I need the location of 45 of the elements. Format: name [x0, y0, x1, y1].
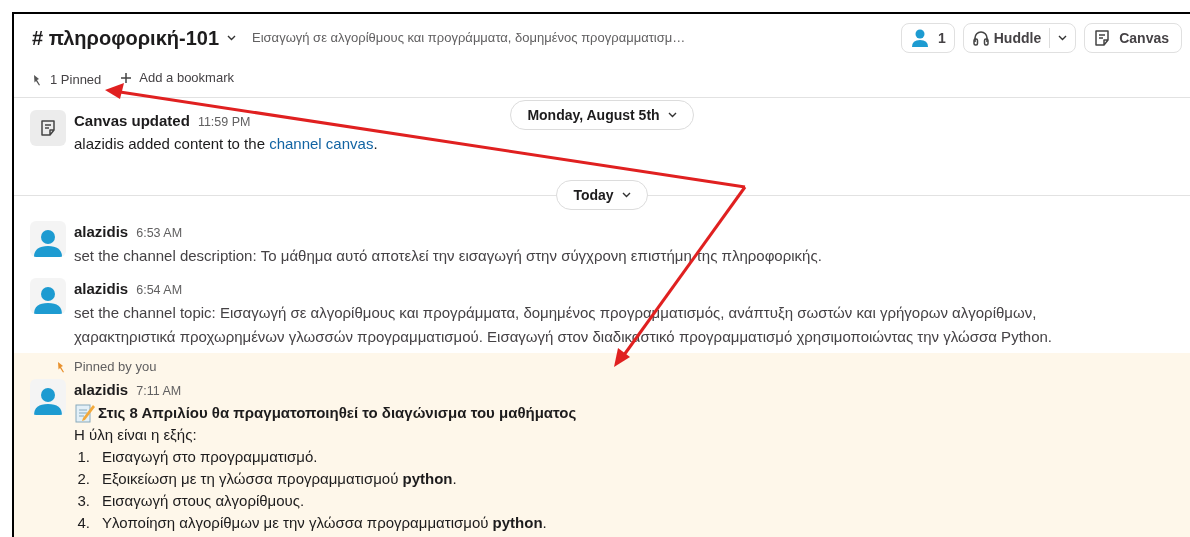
list-number: 3. [76, 491, 91, 511]
pinned-button[interactable]: 1 Pinned [30, 73, 102, 86]
members-button[interactable]: 1 [900, 23, 955, 53]
author-name[interactable]: alazidis [74, 379, 129, 401]
note-icon [1093, 29, 1112, 47]
list-item: Εισαγωγή στο προγραμματισμό. [102, 447, 318, 467]
author-name[interactable]: alazidis [74, 278, 129, 300]
channel-name[interactable]: # πληροφορική-101 [32, 23, 237, 53]
caret-icon [621, 192, 631, 198]
list-number: 2. [76, 469, 91, 489]
date-pill[interactable]: Today [556, 180, 648, 210]
person-icon [32, 227, 64, 257]
post-intro: Η ύλη είναι η εξής: [74, 425, 198, 445]
caret-icon [227, 35, 237, 41]
person-icon [909, 28, 930, 48]
list-item: Εισαγωγή στους αλγορίθμους. [102, 491, 305, 511]
author-name[interactable]: alazidis [74, 221, 129, 243]
list-item: Εξοικείωση με τη γλώσσα προγραμματισμού python. [102, 469, 457, 489]
timestamp[interactable]: 6:54 AM [136, 279, 183, 301]
date-pill[interactable]: Monday, August 5th [510, 100, 694, 130]
channel-topic[interactable]: Εισαγωγή σε αλγορίθμους και προγράμματα, δομημένος προγραμματισμ… [252, 28, 686, 48]
caret-icon [1058, 35, 1068, 41]
add-bookmark-button[interactable]: Add a bookmark [121, 71, 234, 84]
note-icon [39, 119, 57, 137]
list-number: 1. [76, 447, 91, 467]
timestamp[interactable]: 11:59 PM [197, 111, 251, 133]
message-text: alazidis added content to the channel canvas. [74, 134, 378, 154]
post-title: Στις 8 Απριλίου θα πραγματοποιηθεί το διαγώνισμα του μαθήματος [98, 403, 577, 423]
plus-icon [121, 72, 132, 83]
headphones-icon [971, 29, 990, 47]
channel-canvas-link[interactable]: channel canvas [269, 135, 374, 152]
list-number: 4. [76, 513, 91, 533]
memo-icon [74, 402, 96, 424]
huddle-button[interactable]: Huddle [962, 23, 1077, 53]
person-icon [32, 284, 64, 314]
author-name[interactable]: Canvas updated [74, 110, 190, 132]
list-item: Υλοποίηση αλγορίθμων με την γλώσσα προγραμματισμού python. [102, 513, 547, 533]
canvas-button[interactable]: Canvas [1084, 23, 1182, 53]
caret-icon [667, 112, 677, 118]
timestamp[interactable]: 7:11 AM [136, 380, 182, 402]
person-icon [32, 385, 64, 415]
huddle-label: Huddle [993, 28, 1042, 48]
pinned-label: Pinned by you [74, 358, 157, 377]
timestamp[interactable]: 6:53 AM [136, 222, 183, 244]
message-text: set the channel description: Το μάθημα αυτό αποτελεί την εισαγωγή στην σύγχρονη επιστήμη της πληροφορικής. [74, 246, 823, 266]
